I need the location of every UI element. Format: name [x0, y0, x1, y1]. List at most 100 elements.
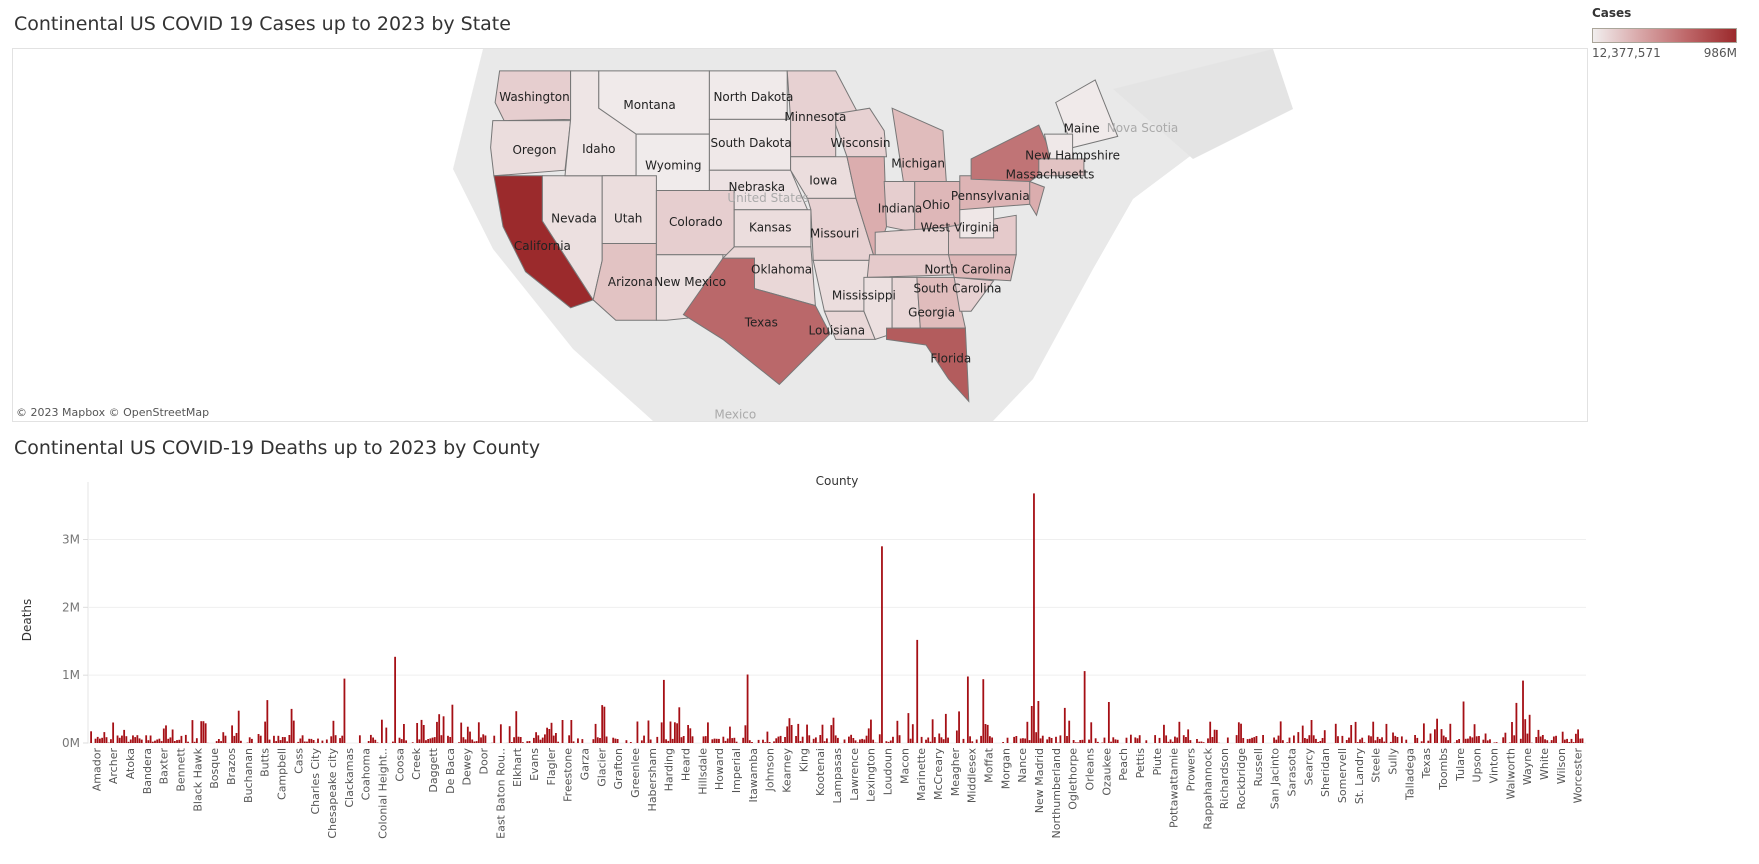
bar[interactable]: [513, 737, 515, 743]
bar[interactable]: [837, 737, 839, 743]
bar[interactable]: [643, 735, 645, 743]
bar[interactable]: [1341, 735, 1344, 743]
bar[interactable]: [281, 737, 284, 743]
bar[interactable]: [358, 735, 361, 743]
bar[interactable]: [962, 738, 965, 743]
bar[interactable]: [277, 735, 280, 743]
bar[interactable]: [1112, 737, 1115, 743]
bar[interactable]: [1138, 735, 1141, 743]
bar[interactable]: [1308, 735, 1311, 743]
bar[interactable]: [140, 739, 143, 743]
bar[interactable]: [499, 724, 502, 743]
bar[interactable]: [594, 723, 597, 743]
bar[interactable]: [440, 735, 443, 743]
bar[interactable]: [656, 736, 659, 743]
bar[interactable]: [1187, 729, 1190, 743]
bar[interactable]: [596, 737, 599, 743]
bar[interactable]: [726, 738, 729, 744]
bar[interactable]: [561, 720, 564, 743]
bar[interactable]: [669, 721, 672, 744]
bar[interactable]: [1489, 739, 1491, 743]
bar[interactable]: [1237, 722, 1240, 743]
bar[interactable]: [616, 739, 619, 743]
bar[interactable]: [306, 741, 308, 743]
bar[interactable]: [1526, 733, 1529, 743]
bar[interactable]: [1541, 735, 1544, 743]
bar[interactable]: [200, 721, 203, 743]
bar[interactable]: [955, 730, 958, 744]
bar[interactable]: [1515, 702, 1518, 743]
bar[interactable]: [240, 740, 242, 743]
bar[interactable]: [447, 735, 449, 743]
bar[interactable]: [405, 740, 408, 743]
bar[interactable]: [156, 739, 159, 744]
bar[interactable]: [863, 739, 866, 744]
bar[interactable]: [1262, 735, 1264, 743]
bar[interactable]: [418, 739, 421, 743]
bar[interactable]: [301, 735, 304, 743]
bar[interactable]: [865, 735, 868, 743]
bar[interactable]: [167, 738, 170, 743]
bar[interactable]: [284, 737, 286, 743]
bar[interactable]: [892, 736, 894, 743]
bar[interactable]: [312, 740, 315, 743]
bar[interactable]: [493, 735, 496, 743]
bar[interactable]: [1442, 735, 1445, 743]
bar[interactable]: [896, 720, 899, 743]
bar[interactable]: [1456, 740, 1458, 743]
bar[interactable]: [123, 729, 126, 743]
bar[interactable]: [1068, 720, 1071, 743]
bar[interactable]: [1367, 735, 1370, 743]
bar[interactable]: [145, 735, 148, 743]
bar[interactable]: [555, 733, 557, 743]
bar[interactable]: [711, 739, 714, 743]
bar[interactable]: [1207, 738, 1209, 743]
bar[interactable]: [259, 735, 262, 743]
bar[interactable]: [702, 736, 705, 743]
bar[interactable]: [1310, 720, 1313, 743]
bar[interactable]: [1046, 739, 1049, 743]
bar[interactable]: [552, 735, 555, 743]
bar[interactable]: [779, 735, 782, 743]
bar[interactable]: [1158, 737, 1161, 743]
bar[interactable]: [471, 739, 474, 744]
bar[interactable]: [1154, 735, 1157, 743]
bar[interactable]: [475, 741, 478, 743]
bar[interactable]: [773, 741, 775, 743]
bar[interactable]: [601, 705, 604, 743]
bar[interactable]: [1253, 737, 1256, 743]
bar[interactable]: [746, 674, 749, 744]
bar[interactable]: [715, 738, 718, 743]
bar[interactable]: [264, 721, 267, 743]
bar[interactable]: [1072, 740, 1075, 743]
bar[interactable]: [557, 741, 560, 743]
bar[interactable]: [1182, 735, 1185, 743]
bar[interactable]: [1202, 742, 1205, 743]
bar[interactable]: [1116, 739, 1119, 743]
bar[interactable]: [275, 741, 278, 743]
bar[interactable]: [724, 740, 727, 743]
bar[interactable]: [1033, 493, 1035, 743]
bar[interactable]: [1495, 742, 1498, 743]
bar[interactable]: [288, 735, 291, 743]
bar[interactable]: [1570, 738, 1573, 743]
bar[interactable]: [121, 735, 123, 743]
bar[interactable]: [369, 734, 372, 743]
bar[interactable]: [889, 740, 892, 744]
bar[interactable]: [508, 726, 511, 743]
bar[interactable]: [568, 735, 571, 743]
bar[interactable]: [1066, 736, 1068, 743]
bar[interactable]: [94, 738, 97, 743]
bar[interactable]: [308, 738, 311, 743]
bar[interactable]: [1185, 737, 1187, 743]
bar[interactable]: [1504, 732, 1507, 743]
bar[interactable]: [1471, 737, 1474, 743]
bar[interactable]: [367, 741, 370, 743]
bar[interactable]: [1473, 724, 1476, 743]
bar[interactable]: [1006, 737, 1009, 743]
bar[interactable]: [526, 741, 529, 743]
bar[interactable]: [909, 738, 912, 743]
bar[interactable]: [592, 739, 595, 743]
bar[interactable]: [237, 710, 240, 743]
bar[interactable]: [1555, 735, 1557, 743]
